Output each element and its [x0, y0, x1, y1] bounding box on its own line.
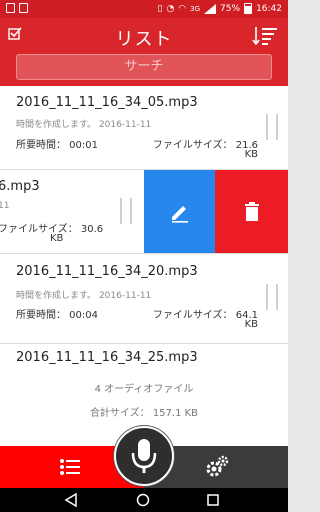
file-size-unit: KB	[244, 149, 258, 160]
wifi-icon: ◠	[178, 3, 187, 14]
battery-icon	[244, 3, 253, 14]
page-title: リスト	[115, 29, 173, 50]
home-icon[interactable]	[136, 493, 150, 507]
total-size: 合計サイズ： 157.1 KB	[89, 408, 199, 419]
list-item-swiped[interactable]: 6.mp3 11 ファイルサイズ： 30.6 KB	[0, 170, 288, 254]
toolbar: リスト サーチ	[0, 18, 288, 86]
file-name: 6.mp3	[0, 179, 40, 194]
drag-handle-icon[interactable]	[266, 114, 278, 140]
clock: 16:42	[256, 3, 282, 14]
battery-percent: 75%	[220, 3, 241, 14]
file-name: 2016_11_11_16_34_20.mp3	[16, 264, 198, 279]
drag-handle-icon[interactable]	[120, 198, 132, 224]
recording-list: 2016_11_11_16_34_05.mp3 時間を作成します。 2016-1…	[0, 86, 288, 446]
edit-button[interactable]	[144, 170, 215, 253]
list-item[interactable]: 2016_11_11_16_34_05.mp3 時間を作成します。 2016-1…	[0, 86, 288, 170]
recents-icon[interactable]	[206, 493, 220, 507]
record-button[interactable]	[114, 426, 174, 486]
microphone-icon	[131, 439, 157, 473]
status-bar-right: ▯ ◔ ◠ 3G 75% 16:42	[157, 3, 282, 14]
duration: 所要時間： 00:01	[16, 140, 98, 151]
file-size: ファイルサイズ： 21.6	[152, 140, 258, 151]
created-time: 時間を作成します。 2016-11-11	[16, 120, 152, 130]
alarm-icon: ◔	[166, 3, 175, 14]
trash-icon	[244, 202, 259, 221]
duration: 所要時間： 00:04	[16, 310, 98, 321]
sort-icon[interactable]	[252, 26, 278, 46]
list-icon	[60, 459, 80, 475]
file-name: 2016_11_11_16_34_05.mp3	[16, 95, 198, 110]
drag-handle-icon[interactable]	[266, 284, 278, 310]
file-size: ファイルサイズ： 64.1	[152, 310, 258, 321]
signal-icon	[204, 3, 217, 14]
search-input[interactable]: サーチ	[16, 54, 272, 80]
file-size-unit: KB	[244, 319, 258, 330]
created-time: 11	[0, 201, 10, 211]
edit-icon	[171, 206, 188, 223]
screen: ▯ ◔ ◠ 3G 75% 16:42 リスト サーチ 2016_11_11_16…	[0, 0, 288, 512]
system-nav-bar	[0, 488, 288, 512]
file-name[interactable]: 2016_11_11_16_34_25.mp3	[16, 350, 198, 365]
created-time: 時間を作成します。 2016-11-11	[16, 291, 152, 301]
settings-icon	[206, 455, 229, 477]
network-type: 3G	[190, 4, 201, 13]
list-item[interactable]: 2016_11_11_16_34_20.mp3 時間を作成します。 2016-1…	[0, 254, 288, 344]
notification-icon	[6, 3, 15, 13]
status-bar-left	[6, 3, 28, 13]
file-count: 4 オーディオファイル	[94, 384, 194, 395]
delete-button[interactable]	[215, 170, 288, 253]
file-size-unit: KB	[50, 233, 64, 244]
vibrate-icon: ▯	[157, 3, 163, 14]
status-bar: ▯ ◔ ◠ 3G 75% 16:42	[0, 0, 288, 18]
notification-icon	[19, 3, 28, 13]
back-icon[interactable]	[64, 493, 78, 507]
